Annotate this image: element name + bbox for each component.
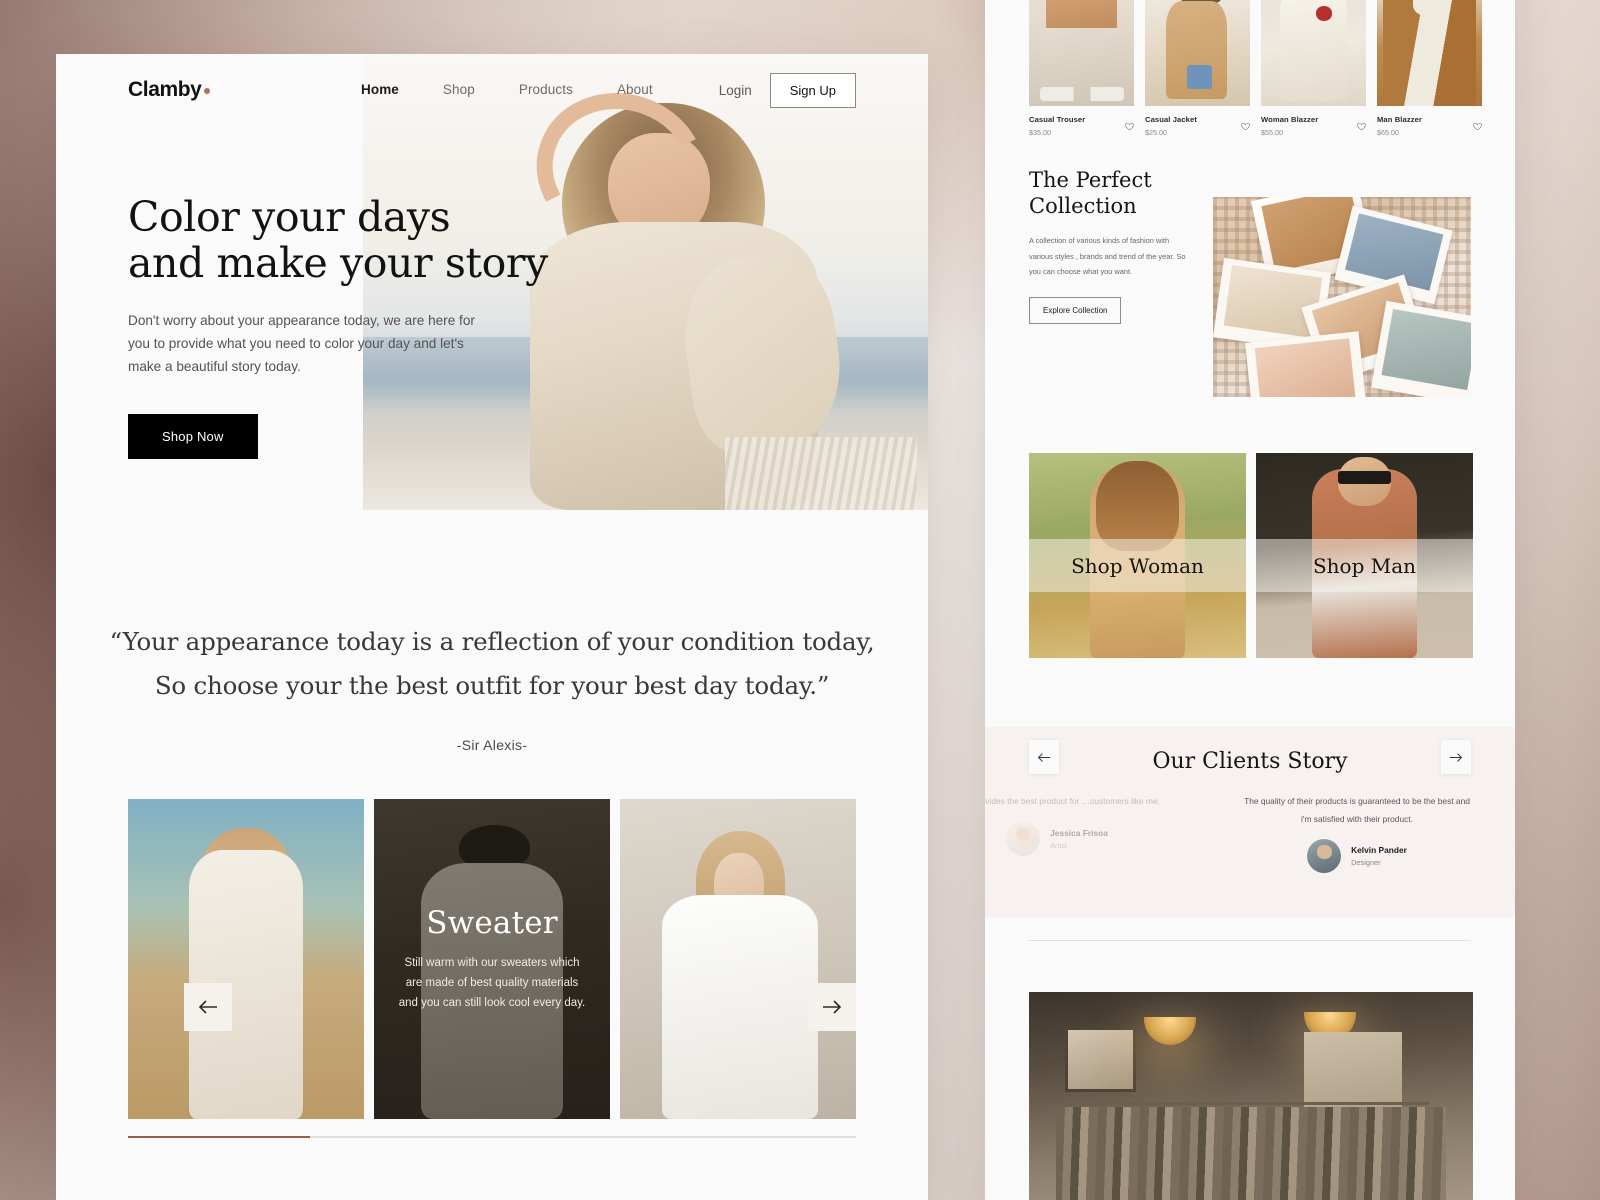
product-grid: Casual Trouser $35.00 Casual Jacket $25.… (1029, 0, 1482, 137)
testimonial-name: Kelvin Pander (1351, 845, 1407, 856)
hero-heading: Color your days and make your story (128, 193, 548, 288)
product-card[interactable]: Casual Jacket $25.00 (1145, 0, 1250, 137)
carousel-next-button[interactable] (808, 983, 856, 1031)
heart-icon[interactable] (1357, 122, 1366, 131)
clients-story-section: Our Clients Story …ys provides the best … (985, 727, 1515, 917)
product-price: $25.00 (1145, 128, 1167, 137)
carousel-card-title: Sweater (426, 904, 558, 941)
collection-moodboard-image (1213, 197, 1471, 397)
nav-item-shop[interactable]: Shop (443, 82, 475, 97)
carousel-progress-bar (128, 1136, 310, 1138)
collection-copy: The Perfect Collection A collection of v… (1029, 168, 1194, 324)
avatar (1006, 821, 1041, 856)
nav-item-about[interactable]: About (617, 82, 653, 97)
carousel-prev-button[interactable] (184, 983, 232, 1031)
avatar (1307, 839, 1342, 874)
login-link[interactable]: Login (719, 83, 752, 98)
shop-man-tile[interactable]: Shop Man (1256, 453, 1473, 658)
product-price: $35.00 (1029, 128, 1051, 137)
product-price: $55.00 (1261, 128, 1283, 137)
arrow-right-icon (823, 1000, 842, 1014)
product-name: Man Blazzer (1377, 115, 1422, 124)
product-price: $65.00 (1377, 128, 1399, 137)
heart-icon[interactable] (1125, 122, 1134, 131)
product-name: Casual Trouser (1029, 115, 1086, 124)
testimonial-prev-button[interactable] (1029, 740, 1059, 774)
product-card[interactable]: Man Blazzer $65.00 (1377, 0, 1482, 137)
testimonial-quote: The quality of their products is guarant… (1244, 796, 1470, 824)
testimonial-role: Artist (1050, 840, 1067, 850)
nav-item-products[interactable]: Products (519, 82, 573, 97)
signup-button[interactable]: Sign Up (769, 73, 856, 108)
carousel-card[interactable] (620, 799, 856, 1119)
landing-page-scroll-panel: Casual Trouser $35.00 Casual Jacket $25.… (985, 0, 1515, 1200)
arrow-left-icon (198, 1000, 217, 1014)
shop-woman-tile[interactable]: Shop Woman (1029, 453, 1246, 658)
shop-now-button[interactable]: Shop Now (128, 413, 258, 459)
product-card[interactable]: Casual Trouser $35.00 (1029, 0, 1134, 137)
arrow-right-icon (1449, 752, 1463, 762)
testimonial-quote: The products from clamby is … according … (1507, 793, 1515, 811)
product-card[interactable]: Woman Blazzer $55.00 (1261, 0, 1366, 137)
nav-item-home[interactable]: Home (361, 82, 399, 97)
testimonial-quote: …ys provides the best product for …custo… (985, 796, 1160, 806)
clients-story-title: Our Clients Story (1152, 749, 1348, 774)
carousel-card-desc: Still warm with our sweaters which are m… (398, 956, 586, 1010)
testimonial-track: …ys provides the best product for …custo… (985, 793, 1515, 874)
auth-actions: Login Sign Up (719, 73, 856, 108)
hero-copy: Color your days and make your story Don'… (128, 194, 548, 459)
shop-category-tiles: Shop Woman Shop Man (1029, 453, 1473, 658)
arrow-left-icon (1037, 752, 1051, 762)
product-image (1029, 0, 1134, 106)
carousel-progress-track[interactable] (128, 1136, 856, 1138)
testimonial-item-active[interactable]: The quality of their products is guarant… (1207, 793, 1507, 874)
category-carousel: Sweater Still warm with our sweaters whi… (128, 799, 856, 1119)
testimonial-next-button[interactable] (1441, 740, 1471, 774)
product-image (1261, 0, 1366, 106)
product-name: Woman Blazzer (1261, 115, 1319, 124)
store-interior-image (1029, 992, 1473, 1200)
testimonial-item[interactable]: The products from clamby is … according … (1507, 793, 1515, 873)
section-divider (1029, 940, 1471, 941)
shop-woman-label: Shop Woman (1071, 553, 1204, 578)
carousel-card[interactable] (128, 799, 364, 1119)
heart-icon[interactable] (1473, 122, 1482, 131)
quote-section: “Your appearance today is a reflection o… (56, 620, 928, 753)
product-name: Casual Jacket (1145, 115, 1197, 124)
collection-title: The Perfect Collection (1029, 168, 1152, 218)
product-image (1377, 0, 1482, 106)
product-image (1145, 0, 1250, 106)
site-header: Clamby Home Shop Products About Login Si… (56, 54, 928, 130)
testimonial-name: Jessica Frisoa (1050, 827, 1108, 838)
brand-dot-icon (204, 88, 211, 94)
hero-paragraph: Don't worry about your appearance today,… (128, 312, 475, 375)
quote-text: “Your appearance today is a reflection o… (109, 627, 875, 700)
testimonial-item[interactable]: …ys provides the best product for …custo… (985, 793, 1207, 873)
brand-logo[interactable]: Clamby (128, 78, 211, 102)
explore-collection-button[interactable]: Explore Collection (1029, 296, 1122, 324)
carousel-card-sweater[interactable]: Sweater Still warm with our sweaters whi… (374, 799, 610, 1119)
collection-description: A collection of various kinds of fashion… (1029, 236, 1186, 277)
main-nav: Home Shop Products About (361, 82, 653, 97)
brand-name: Clamby (128, 78, 202, 101)
shop-man-label: Shop Man (1312, 553, 1417, 578)
quote-author: -Sir Alexis- (456, 737, 528, 754)
testimonial-role: Designer (1351, 858, 1381, 868)
heart-icon[interactable] (1241, 122, 1250, 131)
landing-page-hero-panel: Clamby Home Shop Products About Login Si… (56, 54, 928, 1200)
